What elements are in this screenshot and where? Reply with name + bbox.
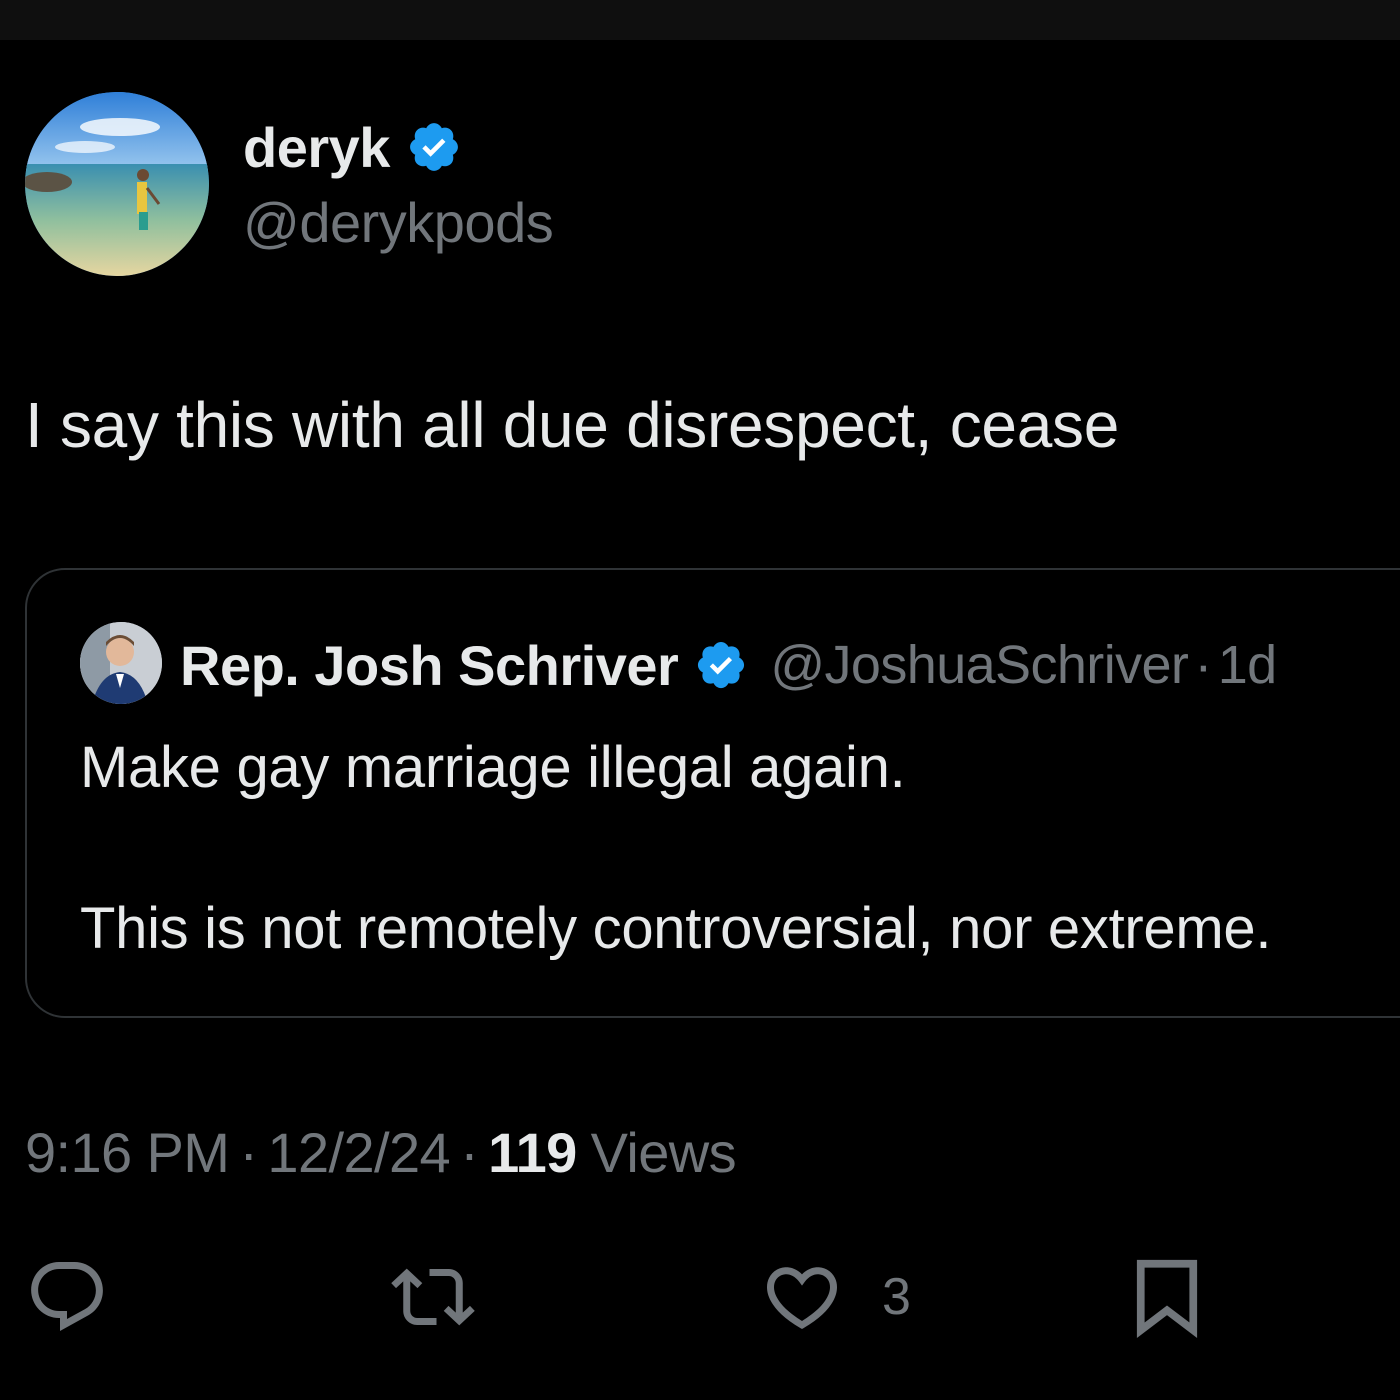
tweet-text: I say this with all due disrespect, ceas… — [25, 389, 1120, 461]
author-name-row[interactable]: deryk — [243, 112, 462, 182]
quoted-author-handle[interactable]: @JoshuaSchriver — [770, 634, 1189, 696]
meta-separator: · — [239, 1121, 258, 1184]
author-avatar[interactable] — [25, 92, 209, 276]
quoted-author-avatar[interactable] — [80, 622, 162, 704]
bookmark-button[interactable] — [1132, 1255, 1202, 1339]
quoted-tweet-age[interactable]: 1d — [1218, 634, 1277, 696]
quoted-author-name[interactable]: Rep. Josh Schriver — [180, 633, 679, 698]
reply-icon — [31, 1262, 103, 1331]
top-bar — [0, 0, 1400, 40]
quoted-tweet-header: Rep. Josh Schriver @JoshuaSchriver · 1d — [180, 628, 1277, 702]
like-count: 3 — [882, 1268, 911, 1326]
quoted-tweet-text-line2: This is not remotely controversial, nor … — [80, 896, 1272, 961]
verified-badge-icon — [406, 119, 462, 175]
tweet-time[interactable]: 9:16 PM — [25, 1120, 230, 1185]
quoted-tweet-text-line1: Make gay marriage illegal again. — [80, 735, 906, 800]
meta-separator: · — [460, 1121, 479, 1184]
reply-button[interactable] — [25, 1255, 109, 1339]
quoted-verified-badge-icon — [694, 638, 748, 692]
tweet-date[interactable]: 12/2/24 — [267, 1120, 450, 1185]
like-button[interactable]: 3 — [760, 1255, 911, 1339]
tweet-meta: 9:16 PM · 12/2/24 · 119 Views — [25, 1120, 737, 1185]
retweet-button[interactable] — [385, 1255, 481, 1339]
retweet-icon — [391, 1268, 475, 1326]
heart-icon — [766, 1267, 838, 1330]
views-label[interactable]: Views — [591, 1120, 737, 1185]
author-display-name[interactable]: deryk — [243, 115, 390, 180]
author-handle[interactable]: @derykpods — [243, 190, 554, 255]
bookmark-icon — [1136, 1259, 1198, 1339]
quoted-separator: · — [1194, 635, 1212, 695]
views-count[interactable]: 119 — [488, 1120, 577, 1185]
